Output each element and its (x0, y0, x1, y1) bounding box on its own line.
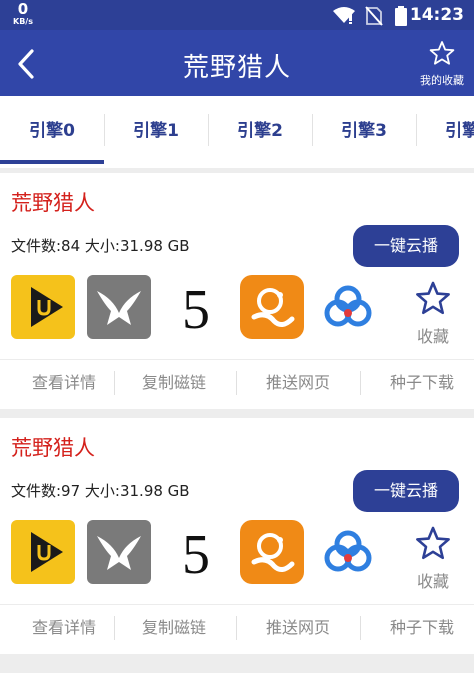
uc-browser-icon[interactable] (240, 275, 304, 339)
xunlei-bird-icon[interactable] (87, 275, 151, 339)
result-title[interactable]: 荒野猎人 (11, 432, 95, 462)
no-sim-icon (365, 6, 383, 30)
action-divider (360, 616, 361, 640)
uc-browser-icon[interactable] (240, 520, 304, 584)
torrent-download-button[interactable]: 种子下载 (366, 614, 474, 638)
favorite-label: 收藏 (416, 327, 449, 346)
baidu-cloud-icon[interactable] (316, 520, 380, 584)
action-divider (114, 371, 115, 395)
push-webpage-button[interactable]: 推送网页 (242, 614, 354, 638)
result-card: 荒野猎人 文件数:97 大小:31.98 GB 一键云播 5 收藏 查看详情 复… (0, 418, 474, 654)
star-outline-icon (429, 41, 455, 70)
torrent-download-button[interactable]: 种子下载 (366, 369, 474, 393)
wifi-icon (332, 6, 356, 28)
result-title[interactable]: 荒野猎人 (11, 187, 95, 217)
tab-selected-indicator (0, 160, 104, 164)
status-bar: 0 KB/s 14:23 (0, 0, 474, 30)
copy-magnet-button[interactable]: 复制磁链 (118, 369, 230, 393)
svg-text:5: 5 (182, 524, 210, 584)
view-details-button[interactable]: 查看详情 (8, 369, 120, 393)
xunlei-bird-icon[interactable] (87, 520, 151, 584)
action-divider (114, 616, 115, 640)
favorite-button[interactable]: 收藏 (405, 281, 461, 347)
favorite-button[interactable]: 收藏 (405, 526, 461, 592)
youku-player-icon[interactable] (11, 520, 75, 584)
result-meta: 文件数:84 大小:31.98 GB (11, 237, 190, 255)
one-click-cloud-play-button[interactable]: 一键云播 (353, 225, 459, 267)
youku-player-icon[interactable] (11, 275, 75, 339)
network-speed-value: 0 (17, 0, 29, 18)
network-speed: 0 KB/s (10, 2, 36, 26)
star-outline-icon (415, 526, 451, 564)
page-title: 荒野猎人 (182, 53, 291, 83)
engine-tabs: 引擎0 引擎1 引擎2 引擎3 引擎4 (0, 96, 474, 168)
result-meta: 文件数:97 大小:31.98 GB (11, 482, 190, 500)
tab-engine-2[interactable]: 引擎2 (208, 96, 312, 164)
my-favorites-label: 我的收藏 (420, 74, 464, 87)
baidu-cloud-icon[interactable] (316, 275, 380, 339)
my-favorites-button[interactable]: 我的收藏 (416, 40, 468, 88)
network-speed-unit: KB/s (13, 17, 33, 26)
push-webpage-button[interactable]: 推送网页 (242, 369, 354, 393)
star-outline-icon (415, 281, 451, 319)
result-card: 荒野猎人 文件数:84 大小:31.98 GB 一键云播 5 收藏 查看详情 复… (0, 173, 474, 409)
battery-icon (394, 6, 408, 30)
view-details-button[interactable]: 查看详情 (8, 614, 120, 638)
svg-text:5: 5 (182, 279, 210, 339)
tab-engine-0[interactable]: 引擎0 (0, 96, 104, 164)
action-divider (360, 371, 361, 395)
app-bar: 荒野猎人 我的收藏 (0, 30, 474, 96)
five-digit-icon[interactable]: 5 (164, 275, 228, 339)
tab-engine-4[interactable]: 引擎4 (416, 96, 474, 164)
clock: 14:23 (409, 5, 464, 25)
favorite-label: 收藏 (416, 572, 449, 591)
one-click-cloud-play-button[interactable]: 一键云播 (353, 470, 459, 512)
action-divider (236, 616, 237, 640)
divider (0, 604, 474, 605)
tab-engine-1[interactable]: 引擎1 (104, 96, 208, 164)
five-digit-icon[interactable]: 5 (164, 520, 228, 584)
tab-engine-3[interactable]: 引擎3 (312, 96, 416, 164)
action-divider (236, 371, 237, 395)
divider (0, 359, 474, 360)
copy-magnet-button[interactable]: 复制磁链 (118, 614, 230, 638)
